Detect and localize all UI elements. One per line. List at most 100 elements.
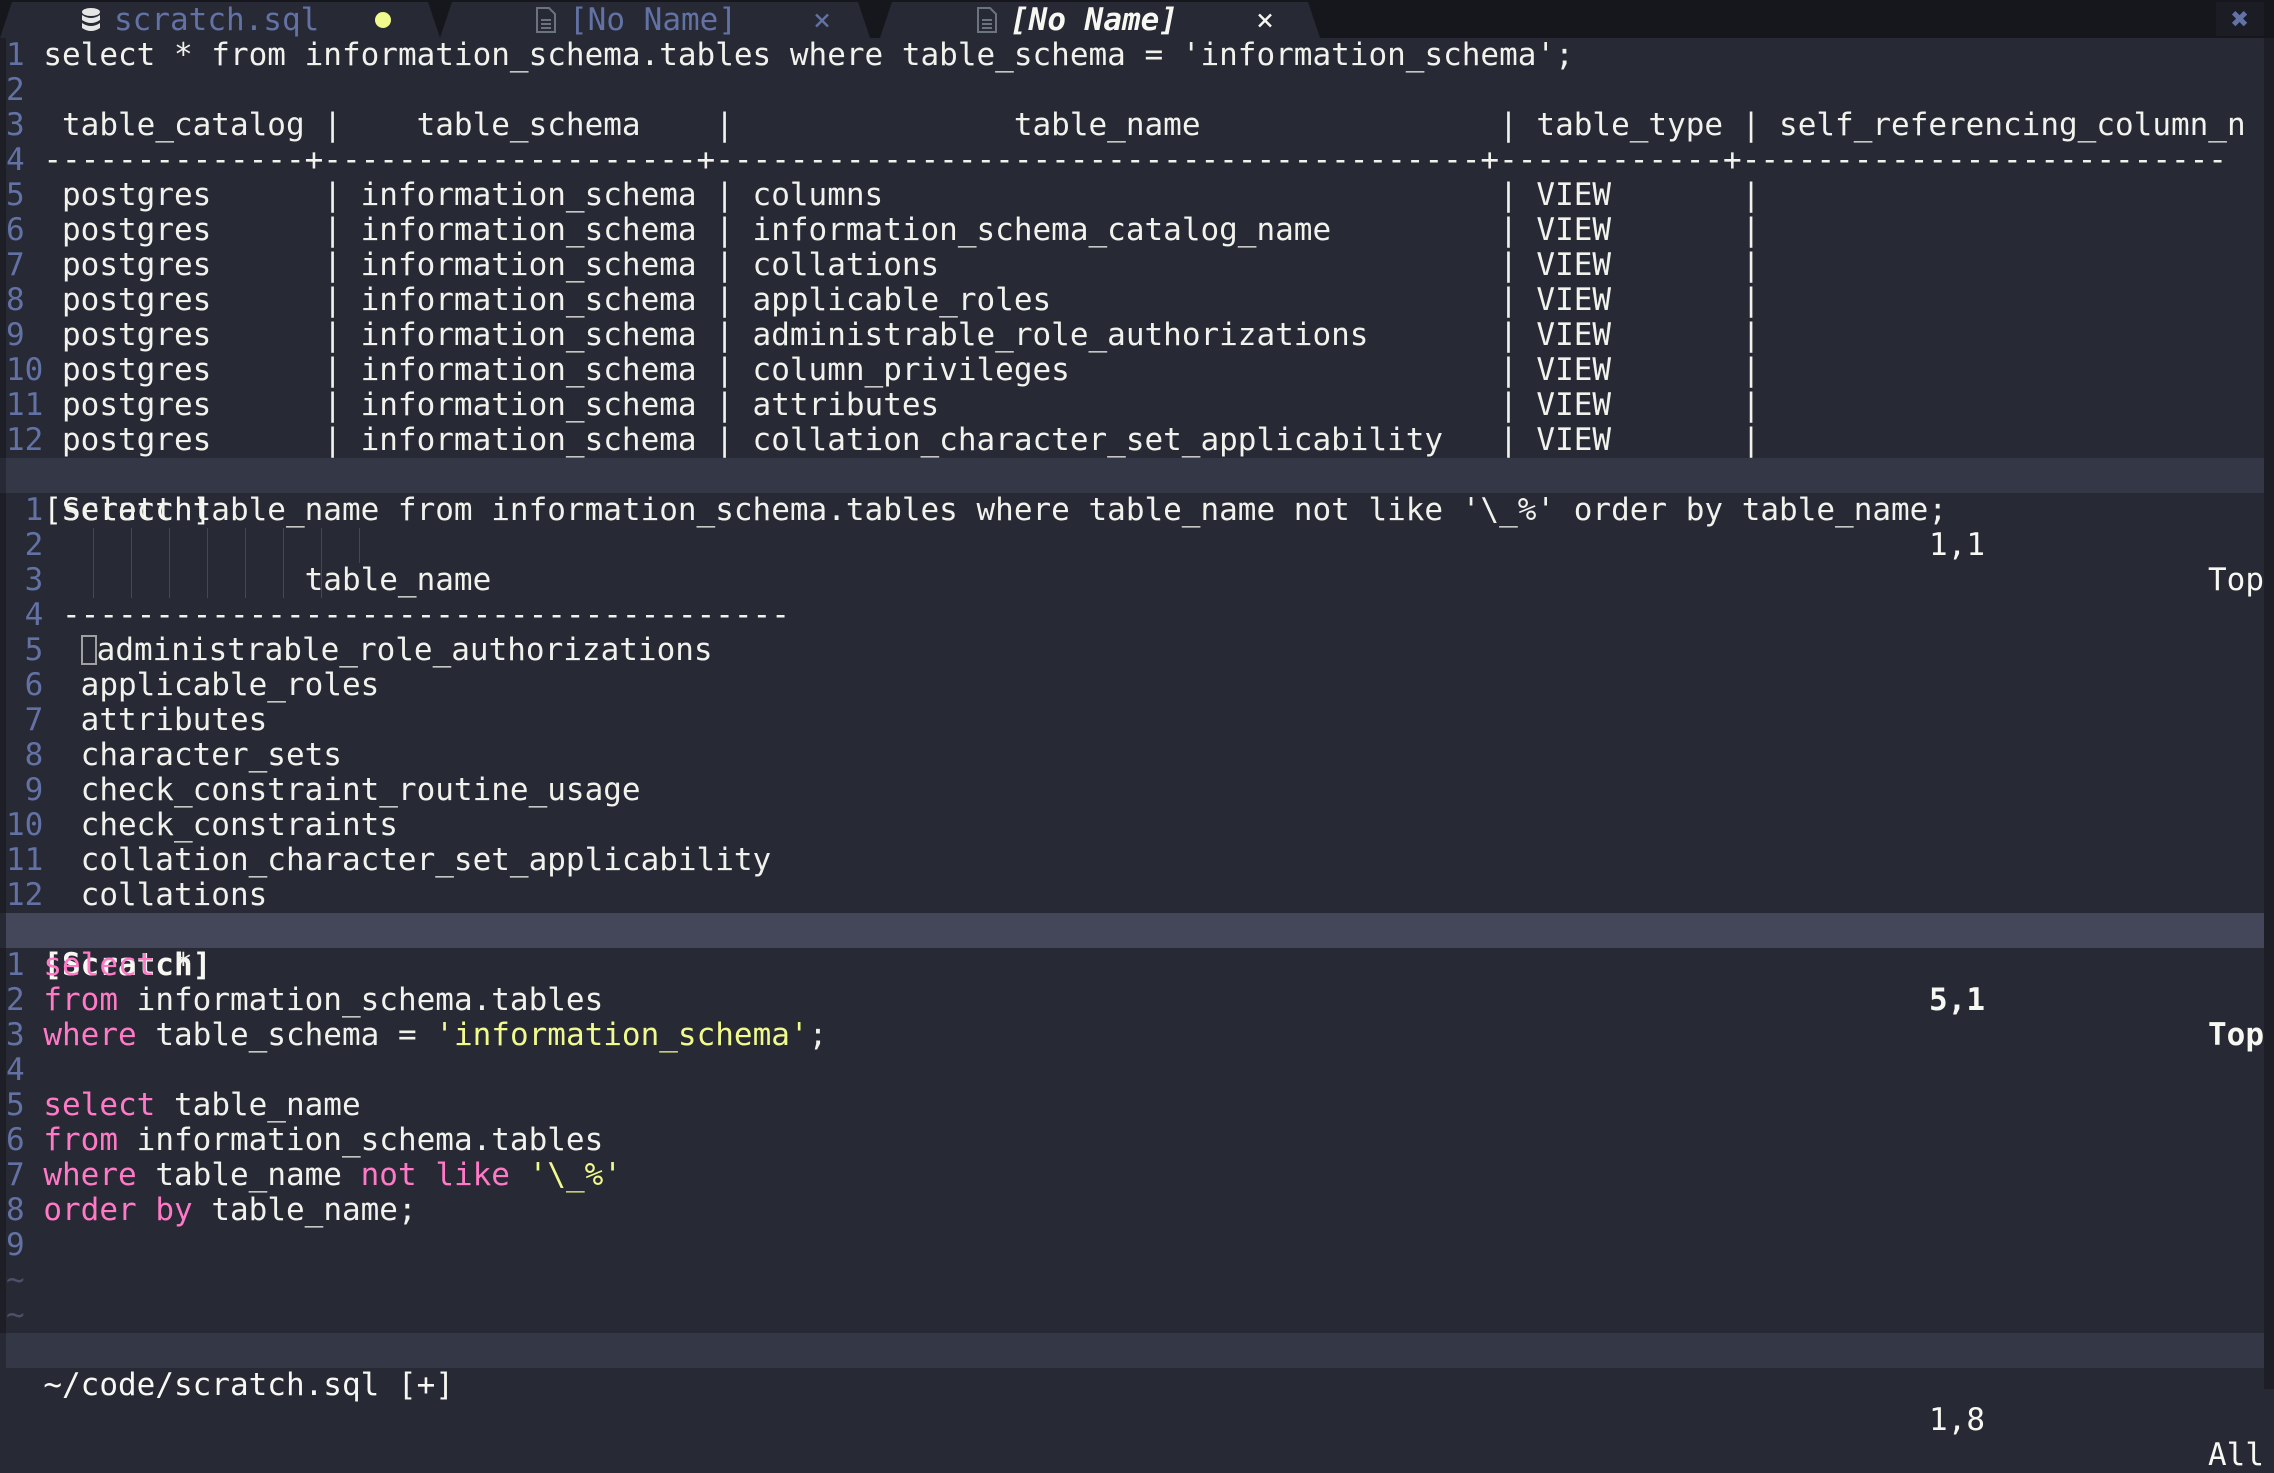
line-text: collations <box>43 877 268 913</box>
code-line: 8 character_sets <box>6 738 2264 773</box>
code-line: 4 <box>6 1053 2264 1088</box>
code-line: 8 order by table_name; <box>6 1193 2264 1228</box>
code-line: 9 postgres | information_schema | admini… <box>6 318 2264 353</box>
line-text: select * from information_schema.tables … <box>24 38 1574 73</box>
line-number: 12 <box>6 877 44 913</box>
status-line-top: [Scratch] 1,1 Top <box>6 458 2264 598</box>
close-tab-icon[interactable]: × <box>1256 3 1274 38</box>
code-line: 6 postgres | information_schema | inform… <box>6 213 2264 248</box>
indent-guide <box>207 528 208 563</box>
line-number: 10 <box>6 352 44 388</box>
line-text: postgres | information_schema | collatio… <box>24 247 1761 283</box>
indent-guide <box>207 563 208 598</box>
tab-no-name-2[interactable]: [No Name] × <box>880 2 1320 38</box>
sql-text: ; <box>808 1017 828 1053</box>
file-icon <box>535 7 557 33</box>
line-number: 6 <box>6 1122 25 1158</box>
indent-guide <box>321 563 322 598</box>
line-number: 4 <box>6 142 25 178</box>
sql-keyword: like <box>435 1157 510 1193</box>
tilde-marker: ~ <box>6 1262 25 1298</box>
line-number: 1 <box>6 38 25 73</box>
code-line: 12 collations <box>6 878 2264 913</box>
close-tab-icon[interactable]: × <box>813 3 831 38</box>
close-all-icon[interactable]: ✖ <box>2216 2 2264 37</box>
line-number: 9 <box>6 317 25 353</box>
line-text: postgres | information_schema | attribut… <box>43 387 1761 423</box>
line-number: 1 <box>6 493 44 528</box>
sql-keyword: order <box>43 1192 137 1228</box>
code-line: 7 attributes <box>6 703 2264 738</box>
bottom-pane[interactable]: 1 select * 2 from information_schema.tabl… <box>0 948 2264 1333</box>
indent-guide <box>283 563 284 598</box>
code-line: 6 applicable_roles <box>6 668 2264 703</box>
code-line: 6 from information_schema.tables <box>6 1123 2264 1158</box>
line-number: 8 <box>6 1192 25 1228</box>
sql-text: table_name <box>155 1087 361 1123</box>
indent-guide <box>169 563 170 598</box>
line-number: 9 <box>6 772 44 808</box>
line-number: 11 <box>6 387 44 423</box>
line-number: 8 <box>6 737 44 773</box>
code-line: 9 check_constraint_routine_usage <box>6 773 2264 808</box>
line-number: 11 <box>6 842 44 878</box>
line-text: check_constraints <box>43 807 398 843</box>
sql-text: table_name <box>136 1157 361 1193</box>
line-number: 5 <box>6 177 25 213</box>
code-line: 11 postgres | information_schema | attri… <box>6 388 2264 423</box>
line-text: postgres | information_schema | column_p… <box>43 352 1761 388</box>
code-line: 4 --------------+--------------------+--… <box>6 143 2264 178</box>
line-number: 8 <box>6 282 25 318</box>
code-line: 7 postgres | information_schema | collat… <box>6 248 2264 283</box>
line-number: 6 <box>6 667 44 703</box>
code-line: 12 postgres | information_schema | colla… <box>6 423 2264 458</box>
line-number: 2 <box>6 527 44 563</box>
line-text: postgres | information_schema | columns … <box>24 177 1761 213</box>
line-number: 9 <box>6 1227 25 1263</box>
line-number: 4 <box>6 597 44 633</box>
indent-guide <box>93 528 94 563</box>
sql-keyword: from <box>43 982 118 1018</box>
line-text: administrable_role_authorizations <box>96 632 713 668</box>
line-text: postgres | information_schema | administ… <box>24 317 1761 353</box>
cursor-position: 1,8 <box>1929 1402 1985 1438</box>
indent-guide <box>131 563 132 598</box>
code-line: 1 select * <box>6 948 2264 983</box>
code-line: 7 where table_name not like '\_%' <box>6 1158 2264 1193</box>
line-number: 12 <box>6 422 44 458</box>
line-number: 5 <box>6 632 44 668</box>
line-text: --------------------------------------- <box>43 597 790 633</box>
tab-label: [No Name] <box>569 2 737 38</box>
status-line-middle: [Scratch] 5,1 Top <box>6 913 2264 1053</box>
code-line: 11 collation_character_set_applicability <box>6 843 2264 878</box>
sql-text: table_schema = <box>136 1017 436 1053</box>
tab-no-name-1[interactable]: [No Name] × <box>440 2 870 38</box>
sql-string: '\_%' <box>528 1157 622 1193</box>
tab-scratch-sql[interactable]: scratch.sql <box>0 2 440 38</box>
code-line: 10 postgres | information_schema | colum… <box>6 353 2264 388</box>
middle-pane[interactable]: 1 select table_name from information_sch… <box>0 493 2264 913</box>
line-number: 2 <box>6 72 25 108</box>
top-pane[interactable]: 1 select * from information_schema.table… <box>0 38 2264 458</box>
indent-guide <box>93 563 94 598</box>
tab-label: scratch.sql <box>114 2 320 38</box>
line-text: character_sets <box>43 737 342 773</box>
empty-line: ~ <box>6 1263 2264 1298</box>
line-text: postgres | information_schema | applicab… <box>24 282 1761 318</box>
window-edge <box>2264 38 2274 1389</box>
code-line: 8 postgres | information_schema | applic… <box>6 283 2264 318</box>
indent-guide <box>245 528 246 563</box>
line-text: collation_character_set_applicability <box>43 842 772 878</box>
line-number: 3 <box>6 107 25 143</box>
line-number: 7 <box>6 1157 25 1193</box>
line-number: 10 <box>6 807 44 843</box>
line-text: postgres | information_schema | informat… <box>24 212 1761 248</box>
line-number: 2 <box>6 982 25 1018</box>
